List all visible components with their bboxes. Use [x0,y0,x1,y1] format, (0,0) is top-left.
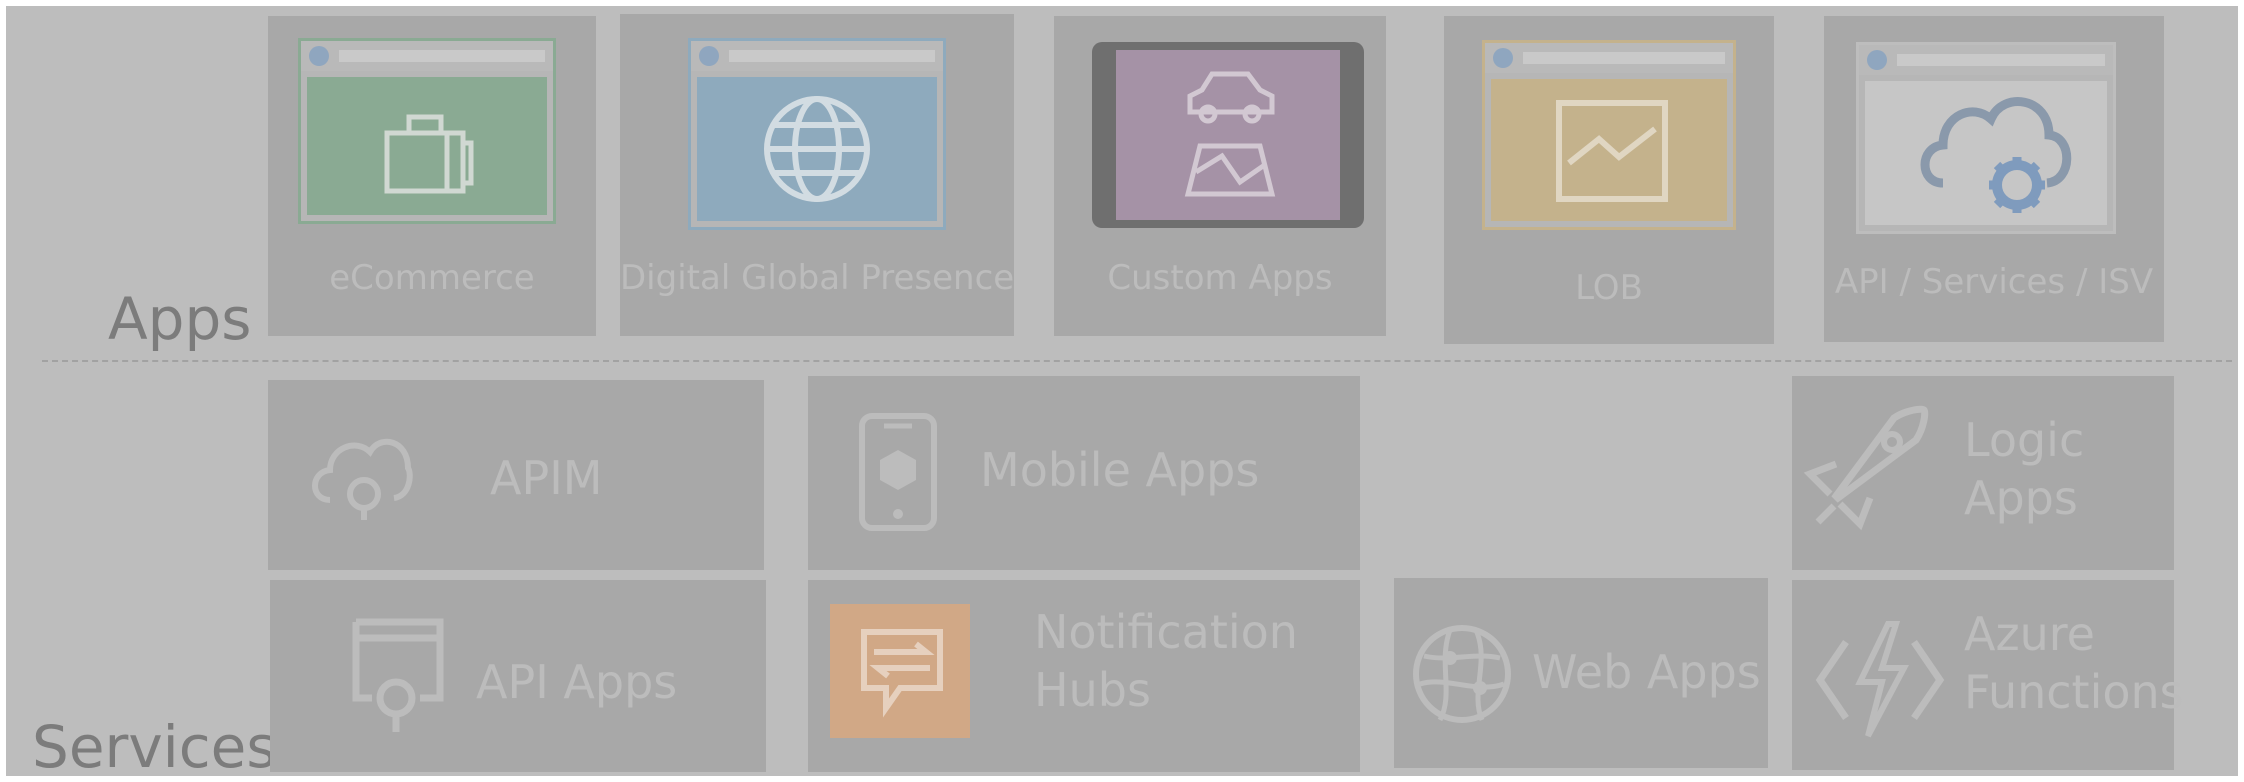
globe-icon [764,96,870,202]
browser-frame [298,38,556,224]
app-label: LOB [1575,268,1643,308]
service-label: Web Apps [1532,645,1761,699]
rocket-icon [1803,405,1929,531]
service-tile-mobile-apps: Mobile Apps [808,376,1360,570]
cloud-gear-icon [1920,97,2072,213]
service-label: Mobile Apps [980,443,1260,497]
services-section-label: Services [32,713,277,781]
app-label: Digital Global Presence [620,258,1015,298]
tablet-frame [1092,42,1364,228]
service-label-line1: Notification [1034,605,1298,659]
service-label-line1: Azure [1964,607,2095,661]
chart-window-icon [1556,100,1668,202]
apps-section-label: Apps [108,285,252,353]
service-tile-notification-hubs: Notification Hubs [808,580,1360,772]
app-label: API / Services / ISV [1834,262,2154,302]
browser-frame [1856,42,2116,234]
car-map-icon [1184,71,1276,197]
briefcase-icon [384,114,474,194]
service-label: API Apps [476,655,678,709]
service-tile-web-apps: Web Apps [1394,578,1768,768]
service-tile-azure-functions: Azure Functions [1792,580,2184,770]
service-tile-logic-apps: Logic Apps [1792,376,2174,570]
notification-hub-icon [861,629,943,718]
phone-cube-icon [859,413,937,531]
browser-frame [688,38,946,230]
lightning-brackets-icon [1815,621,1945,738]
service-label-line2: Hubs [1034,663,1151,717]
app-label: Custom Apps [1107,258,1333,298]
api-window-icon [352,618,444,732]
app-tile-custom-apps: Custom Apps [1054,16,1386,336]
app-tile-lob: LOB [1444,16,1774,344]
service-label-line2: Functions [1964,665,2184,719]
app-tile-ecommerce: eCommerce [268,16,596,336]
service-tile-api-apps: API Apps [270,580,766,772]
app-tile-api-services-isv: API / Services / ISV [1824,16,2164,342]
service-label-line2: Apps [1964,471,2078,525]
app-tile-digital-global-presence: Digital Global Presence [620,14,1014,336]
service-label: APIM [490,451,603,505]
service-label-line1: Logic [1964,413,2085,467]
section-divider [42,360,2232,362]
architecture-diagram: Apps Services eCommerce Digital Global P… [6,6,2238,776]
browser-frame [1482,40,1736,230]
cloud-api-icon [312,438,413,520]
service-tile-apim: APIM [268,380,764,570]
web-globe-icon [1413,625,1511,723]
app-label: eCommerce [329,258,535,298]
